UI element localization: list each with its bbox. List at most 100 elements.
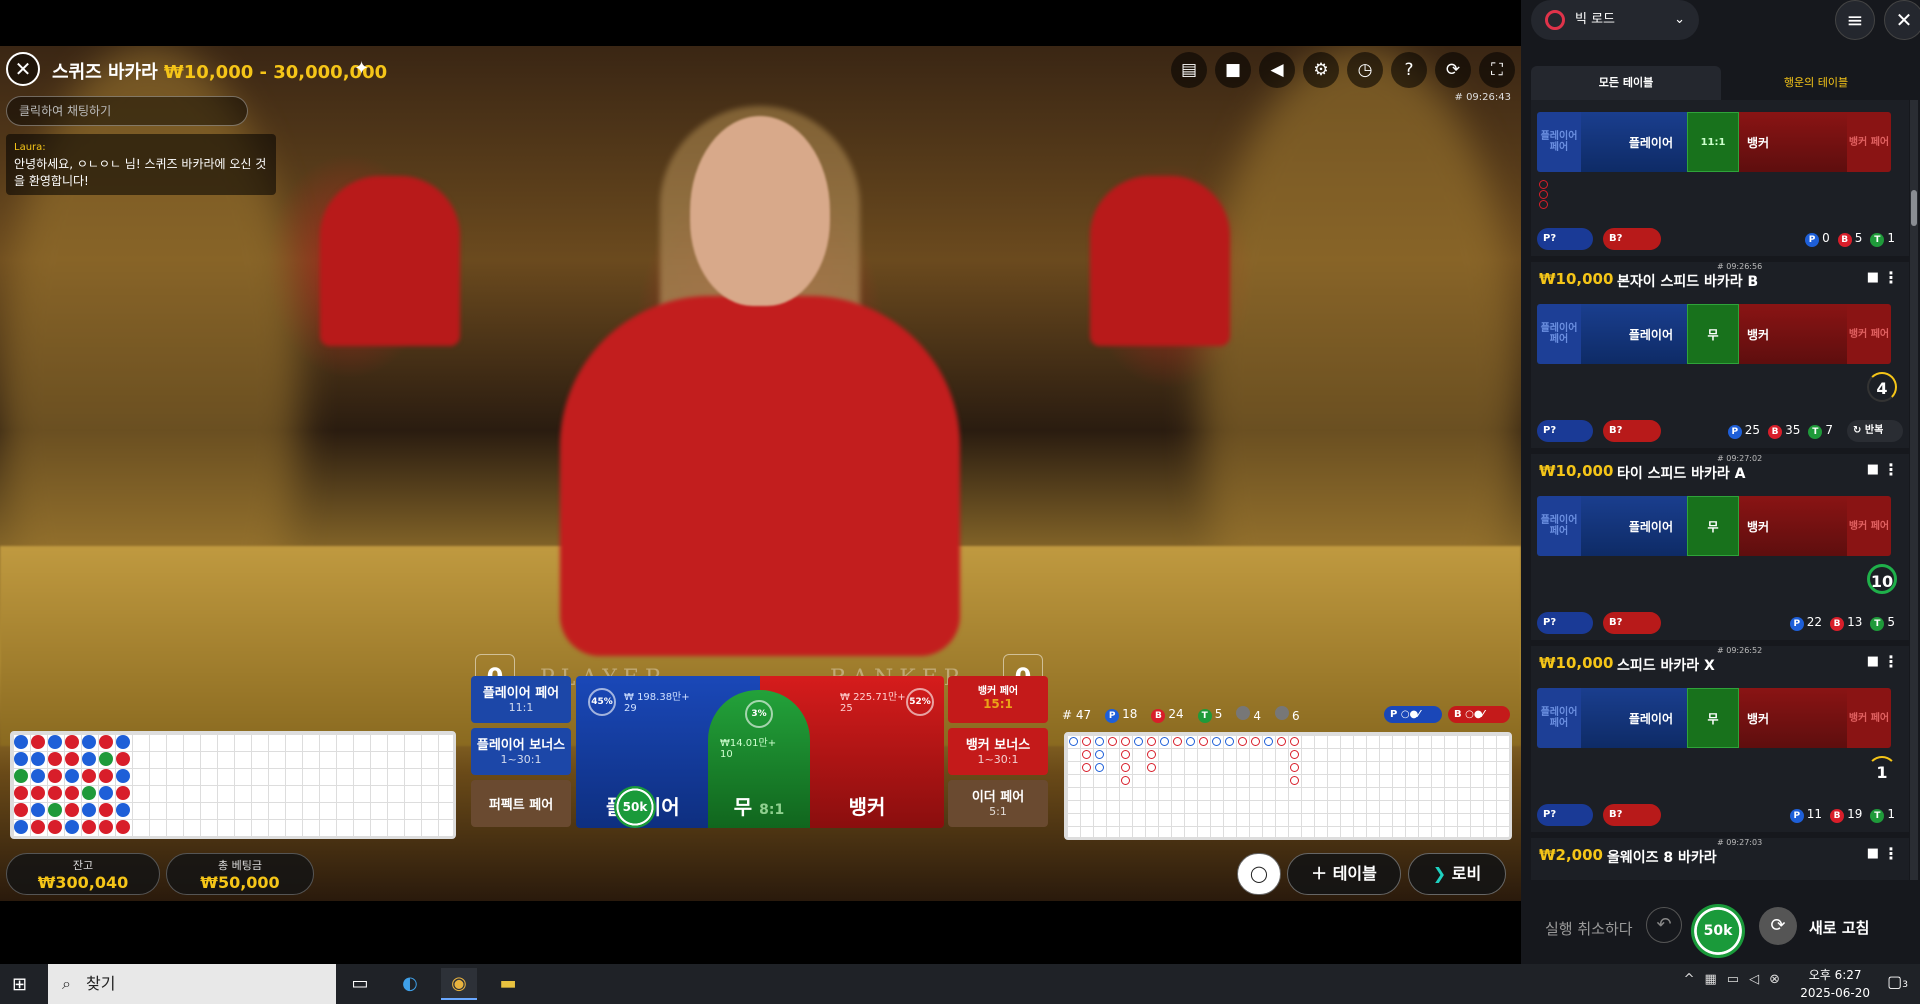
fullscreen-icon[interactable]: ⛶ [1479,52,1515,88]
more-icon[interactable]: ⋮ [1883,460,1899,479]
perfect-pair-bet[interactable]: 퍼펙트 페어 [471,780,571,827]
close-game-button[interactable]: ✕ [6,52,40,86]
card-banker[interactable]: 뱅커 [1739,304,1847,364]
repeat-button[interactable]: ↻ 반복 [1847,420,1903,442]
card-banker-pair[interactable]: 뱅커 페어 [1847,496,1891,556]
card-banker[interactable]: 뱅커 [1739,496,1847,556]
lobby-button[interactable]: ❯ 로비 [1408,853,1506,895]
card-banker[interactable]: 뱅커 [1739,112,1847,172]
logo-icon [1545,10,1565,30]
help-icon[interactable]: ? [1391,52,1427,88]
table-card[interactable]: ₩2,000 올웨이즈 8 바카라 # 09:27:03 ■ ⋮ [1531,838,1909,880]
card-player-pair[interactable]: 플레이어 페어 [1537,688,1581,748]
banker-pair-bet[interactable]: 뱅커 페어 15:1 [948,676,1048,723]
card-player[interactable]: 플레이어 [1581,496,1687,556]
card-predict-b[interactable]: B? [1603,804,1661,826]
notification-icon[interactable]: ▢3 [1887,972,1908,991]
settings-icon[interactable]: ⚙ [1303,52,1339,88]
card-tie[interactable]: 무 [1687,496,1739,556]
player-bonus-bet[interactable]: 플레이어 보너스 1~30:1 [471,728,571,775]
card-banker-pair[interactable]: 뱅커 페어 [1847,688,1891,748]
tie-bet-area[interactable]: 3% ₩14.01만+ 10 무 8:1 [708,690,810,828]
add-table-button[interactable]: ＋ 테이블 [1287,853,1401,895]
volume-icon[interactable]: ◀ [1259,52,1295,88]
card-tie[interactable]: 11:1 [1687,112,1739,172]
rotate-icon[interactable]: ⟳ [1435,52,1471,88]
menu-button[interactable]: ≡ [1835,0,1875,40]
undo-button[interactable]: ↶ [1646,907,1682,943]
road-ring [1082,737,1091,746]
card-predict-b[interactable]: B? [1603,228,1661,250]
card-player-pair[interactable]: 플레이어 페어 [1537,304,1581,364]
banker-bonus-bet[interactable]: 뱅커 보너스 1~30:1 [948,728,1048,775]
card-predict-b[interactable]: B? [1603,612,1661,634]
card-player[interactable]: 플레이어 [1581,688,1687,748]
tab-lucky-tables[interactable]: 행운의 테이블 [1721,66,1911,100]
history-icon[interactable]: ◷ [1347,52,1383,88]
card-player-pair[interactable]: 플레이어 페어 [1537,112,1581,172]
clock[interactable]: 오후 6:27 2025-06-20 [1800,966,1870,1002]
table-card[interactable]: 플레이어 페어 플레이어 11:1 뱅커 뱅커 페어 P? B? P0 B5 T… [1531,100,1909,256]
card-footer: P? B? P0 B5 T1 [1537,228,1903,250]
tab-all-tables[interactable]: 모든 테이블 [1531,66,1721,100]
video-icon[interactable]: ■ [1867,462,1879,477]
predict-p-label: P [1390,709,1398,720]
card-player[interactable]: 플레이어 [1581,112,1687,172]
card-predict-p[interactable]: P? [1537,420,1593,442]
more-icon[interactable]: ⋮ [1883,268,1899,287]
chip-selector[interactable]: 50k [1691,904,1745,958]
card-table-name: 타이 스피드 바카라 A [1617,466,1746,482]
card-predict-p[interactable]: P? [1537,804,1593,826]
status-icon[interactable]: ⊗ [1769,972,1780,987]
bead-B [99,769,113,783]
video-icon[interactable]: ■ [1867,654,1879,669]
either-pair-bet[interactable]: 이더 페어 5:1 [948,780,1048,827]
banker-dot-icon: B [1830,809,1845,823]
task-view-icon[interactable]: ▭ [342,968,378,1000]
chat-icon[interactable]: ▤ [1171,52,1207,88]
chat-input[interactable]: 클릭하여 채팅하기 [6,96,248,126]
volume-icon[interactable]: ◁ [1749,972,1759,987]
network-icon[interactable]: ▦ [1705,972,1717,987]
banker-predict-button[interactable]: B ○●⁄ [1448,706,1510,723]
more-icon[interactable]: ⋮ [1883,652,1899,671]
card-predict-p[interactable]: P? [1537,228,1593,250]
stat-p: P 11 [1789,807,1822,823]
chat-toggle-button[interactable]: ◯ [1237,853,1281,895]
card-banker[interactable]: 뱅커 [1739,688,1847,748]
card-banker-pair[interactable]: 뱅커 페어 [1847,304,1891,364]
taskbar-search[interactable]: ⌕ 찾기 [48,964,336,1004]
player-bonus-odds: 1~30:1 [500,753,542,766]
player-pair-bet[interactable]: 플레이어 페어 11:1 [471,676,571,723]
file-explorer-icon[interactable]: ▬ [490,968,526,1000]
more-icon[interactable]: ⋮ [1883,844,1899,863]
table-card[interactable]: ₩10,000 스피드 바카라 X # 09:26:52 ■ ⋮ 플레이어 페어… [1531,646,1909,832]
chevron-down-icon: ⌄ [1674,12,1685,27]
windows-start-icon[interactable]: ⊞ [12,974,27,995]
card-predict-b[interactable]: B? [1603,420,1661,442]
card-banker-pair[interactable]: 뱅커 페어 [1847,112,1891,172]
table-card[interactable]: ₩10,000 타이 스피드 바카라 A # 09:27:02 ■ ⋮ 플레이어… [1531,454,1909,640]
close-panel-button[interactable]: ✕ [1884,0,1920,40]
player-dot-icon: P [1105,708,1120,723]
refresh-button[interactable]: ⟳ [1759,907,1797,945]
card-player[interactable]: 플레이어 [1581,304,1687,364]
card-tie[interactable]: 무 [1687,304,1739,364]
scrollbar-thumb[interactable] [1911,190,1917,226]
display-icon[interactable]: ▭ [1727,972,1739,987]
edge-icon[interactable]: ◐ [392,968,428,1000]
favorite-icon[interactable]: ✦ [354,58,369,79]
video-icon[interactable]: ■ [1867,846,1879,861]
card-tie[interactable]: 무 [1687,688,1739,748]
card-predict-p[interactable]: P? [1537,612,1593,634]
banker-bet-stats: ₩ 225.71만+ 25 [840,688,906,714]
video-icon[interactable]: ■ [1215,52,1251,88]
video-icon[interactable]: ■ [1867,270,1879,285]
table-card[interactable]: ₩10,000 본자이 스피드 바카라 B # 09:26:56 ■ ⋮ 플레이… [1531,262,1909,448]
chevron-up-icon[interactable]: ^ [1684,972,1695,987]
road-type-dropdown[interactable]: 빅 로드 ⌄ [1531,0,1699,40]
player-predict-button[interactable]: P ○●⁄ [1384,706,1442,723]
card-player-pair[interactable]: 플레이어 페어 [1537,496,1581,556]
chrome-icon[interactable]: ◉ [441,968,477,1000]
banker-dot-icon: B [1151,708,1166,723]
